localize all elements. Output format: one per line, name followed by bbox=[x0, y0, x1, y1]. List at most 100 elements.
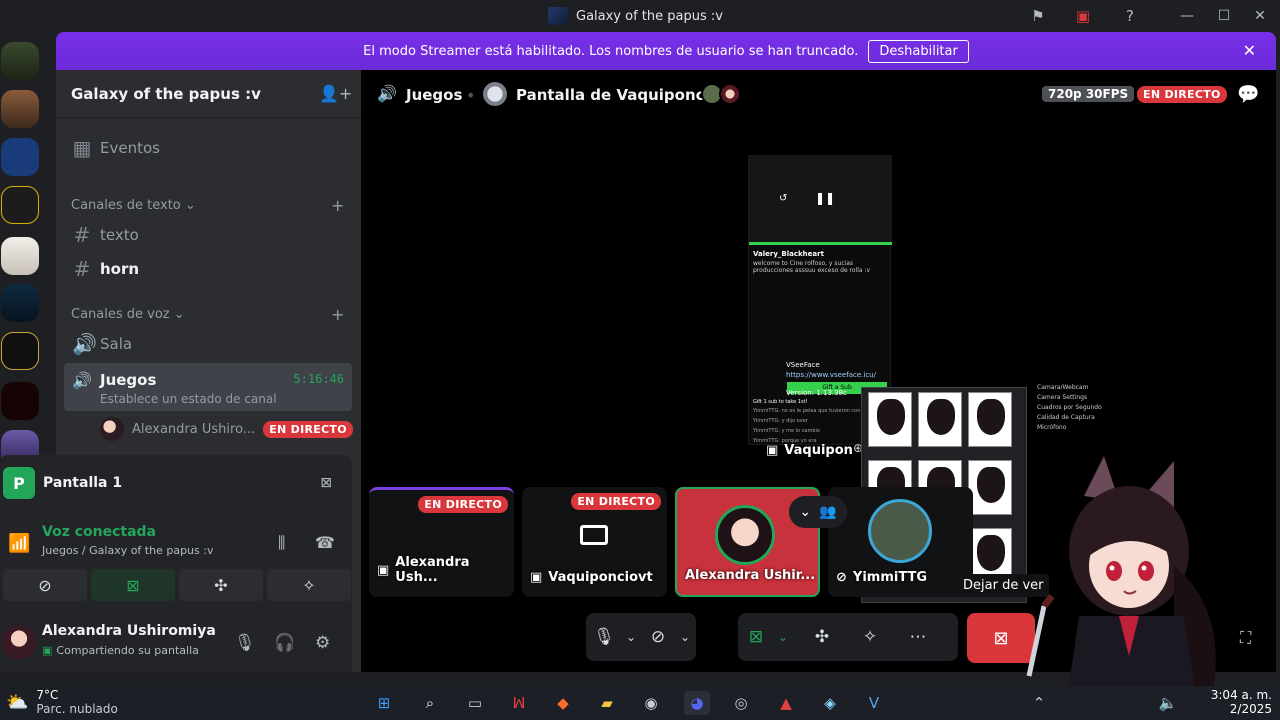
settings-icon[interactable]: ⚙ bbox=[315, 633, 330, 653]
chevron-up-icon[interactable]: ⌃ bbox=[1026, 691, 1052, 715]
help-icon[interactable]: ? bbox=[1120, 6, 1140, 26]
live-badge: EN DIRECTO bbox=[418, 496, 508, 513]
server-icon[interactable] bbox=[1, 332, 39, 370]
screen-share-row: P Pantalla 1 bbox=[3, 467, 122, 499]
voice-category-label: Canales de voz bbox=[71, 307, 170, 322]
headphones-icon[interactable]: 🎧 bbox=[274, 633, 295, 653]
disable-streamer-button[interactable]: Deshabilitar bbox=[868, 39, 969, 63]
voice-channel-juegos[interactable]: 🔊 Juegos 5:16:46 Establece un estado de … bbox=[64, 363, 352, 411]
obs-icon[interactable]: ◎ bbox=[728, 691, 754, 715]
server-header[interactable]: Galaxy of the papus :v ⌄ 👤+ bbox=[56, 70, 361, 118]
app-icon[interactable]: ▲ bbox=[773, 691, 799, 715]
voice-user[interactable]: Alexandra Ushiro... EN DIRECTO bbox=[100, 417, 353, 441]
participants-toggle[interactable]: ⌄ 👥 bbox=[789, 496, 847, 528]
soundboard-button[interactable]: ✧ bbox=[267, 569, 351, 601]
vseeface-icon[interactable]: V bbox=[861, 691, 887, 715]
activity-button[interactable]: ✣ bbox=[179, 569, 263, 601]
weather-condition: Parc. nublado bbox=[36, 702, 118, 716]
participant-tile[interactable]: EN DIRECTO ▣ Alexandra Ush... bbox=[369, 487, 514, 597]
signal-icon[interactable]: 📶 bbox=[8, 533, 30, 554]
channel-horn[interactable]: # horn bbox=[64, 253, 352, 285]
avatar-thumb bbox=[968, 392, 1012, 447]
close-icon[interactable]: ✕ bbox=[1243, 41, 1256, 60]
mic-off-icon: ⊘ bbox=[836, 570, 847, 585]
chevron-down-icon[interactable]: ⌄ bbox=[676, 630, 694, 644]
participant-tile[interactable]: ⊘ YimmiTTG bbox=[828, 487, 973, 597]
text-category[interactable]: Canales de texto ⌄ bbox=[71, 198, 196, 213]
mic-control-group: 🎙 ⌄ ⊘ ⌄ bbox=[586, 613, 696, 661]
tile-name: YimmiTTG bbox=[852, 570, 928, 585]
server-icon[interactable] bbox=[1, 42, 39, 80]
stream-quality: 720p 30FPS bbox=[1042, 86, 1135, 102]
app-icon[interactable]: ꟽ bbox=[506, 691, 532, 715]
folder-icon[interactable]: ▰ bbox=[594, 691, 620, 715]
add-user-icon[interactable]: 👤+ bbox=[319, 84, 352, 103]
voice-category[interactable]: Canales de voz ⌄ bbox=[71, 307, 185, 322]
inbox-icon[interactable]: ▣ bbox=[1073, 6, 1093, 26]
user-status: ▣ Compartiendo su pantalla bbox=[42, 644, 199, 657]
volume-icon[interactable]: 🔈 bbox=[1155, 691, 1181, 715]
voice-panel: P Pantalla 1 ⊠ 📶 Voz conectada Juegos / … bbox=[0, 455, 352, 672]
camera-off-button[interactable]: ⊘ bbox=[3, 569, 87, 601]
soundboard-icon[interactable]: ✧ bbox=[852, 627, 888, 647]
avatar[interactable] bbox=[2, 625, 36, 659]
streamer-desc: welcome to Cine rolfoso, y sucias produc… bbox=[753, 260, 871, 274]
screen-share-icon[interactable]: ⊠ bbox=[738, 627, 774, 647]
server-icon[interactable] bbox=[1, 90, 39, 128]
task-view-icon[interactable]: ▭ bbox=[462, 691, 488, 715]
camera-off-icon: ⊘ bbox=[38, 575, 52, 595]
participant-tile[interactable]: EN DIRECTO ▣ Vaquiponciovt bbox=[522, 487, 667, 597]
flag-icon[interactable]: ⚑ bbox=[1028, 6, 1048, 26]
viewer-avatars[interactable] bbox=[701, 83, 741, 105]
camera-off-icon[interactable]: ⊘ bbox=[640, 627, 676, 647]
activity-icon[interactable]: ✣ bbox=[804, 627, 840, 647]
stage-header: 🔊 Juegos • Pantalla de Vaquiponciovt 720… bbox=[361, 70, 1276, 118]
stop-stream-icon: ⊠ bbox=[993, 627, 1009, 649]
calendar-icon: ▦ bbox=[72, 136, 92, 160]
weather-widget[interactable]: ⛅ 7°C Parc. nublado bbox=[6, 688, 118, 716]
start-icon[interactable]: ⊞ bbox=[371, 691, 397, 715]
close-window-button[interactable]: ✕ bbox=[1250, 6, 1270, 26]
screen-icon: ▣ bbox=[377, 562, 390, 578]
channel-texto[interactable]: # texto bbox=[64, 219, 352, 251]
chevron-down-icon[interactable]: ⌄ bbox=[622, 630, 640, 644]
brave-icon[interactable]: ◆ bbox=[550, 691, 576, 715]
maximize-button[interactable]: ☐ bbox=[1214, 6, 1234, 26]
stop-share-icon[interactable]: ⊠ bbox=[320, 475, 332, 491]
voice-channel-sala[interactable]: 🔊 Sala bbox=[64, 328, 352, 360]
discord-icon[interactable]: ◕ bbox=[684, 691, 710, 715]
disconnect-icon[interactable]: ☎ bbox=[315, 533, 335, 552]
chat-icon[interactable]: 💬 bbox=[1237, 84, 1259, 105]
screen-share-button[interactable]: ⊠ bbox=[91, 569, 175, 601]
connection-title[interactable]: Voz conectada bbox=[42, 524, 156, 540]
channel-label: Sala bbox=[100, 335, 133, 353]
app-icon[interactable]: ◈ bbox=[817, 691, 843, 715]
minimize-button[interactable]: — bbox=[1177, 6, 1197, 26]
channel-label: texto bbox=[100, 226, 139, 244]
user-name[interactable]: Alexandra Ushiromiya bbox=[42, 623, 216, 639]
settings-line: Micrófono bbox=[1037, 424, 1067, 431]
server-icon[interactable] bbox=[1, 284, 39, 322]
server-icon[interactable] bbox=[1, 382, 39, 420]
add-channel-icon[interactable]: + bbox=[331, 305, 344, 324]
server-icon[interactable] bbox=[1, 186, 39, 224]
participant-tiles: EN DIRECTO ▣ Alexandra Ush... EN DIRECTO… bbox=[369, 487, 973, 597]
add-channel-icon[interactable]: + bbox=[331, 196, 344, 215]
chevron-down-icon[interactable]: ⌄ bbox=[774, 630, 792, 644]
noise-suppression-icon[interactable]: ⫼ bbox=[278, 533, 285, 553]
more-icon[interactable]: ⋯ bbox=[900, 627, 936, 647]
avatar-thumb bbox=[968, 460, 1012, 515]
tile-name: Alexandra Ushir... bbox=[685, 568, 816, 583]
steam-icon[interactable]: ◉ bbox=[638, 691, 664, 715]
microphone-icon[interactable]: 🎙 bbox=[586, 627, 622, 647]
events-item[interactable]: ▦ Eventos bbox=[64, 132, 352, 164]
server-icon[interactable] bbox=[1, 138, 39, 176]
channel-status[interactable]: Establece un estado de canal bbox=[100, 392, 277, 406]
microphone-icon[interactable]: 🎙 bbox=[234, 633, 256, 653]
clock[interactable]: 3:04 a. m. 2/2025 bbox=[1211, 688, 1272, 716]
hash-icon: # bbox=[73, 257, 91, 281]
character-overlay bbox=[1026, 456, 1216, 720]
search-icon[interactable]: ⌕ bbox=[417, 691, 443, 715]
progress-bar bbox=[749, 242, 892, 245]
server-icon[interactable] bbox=[1, 237, 39, 275]
